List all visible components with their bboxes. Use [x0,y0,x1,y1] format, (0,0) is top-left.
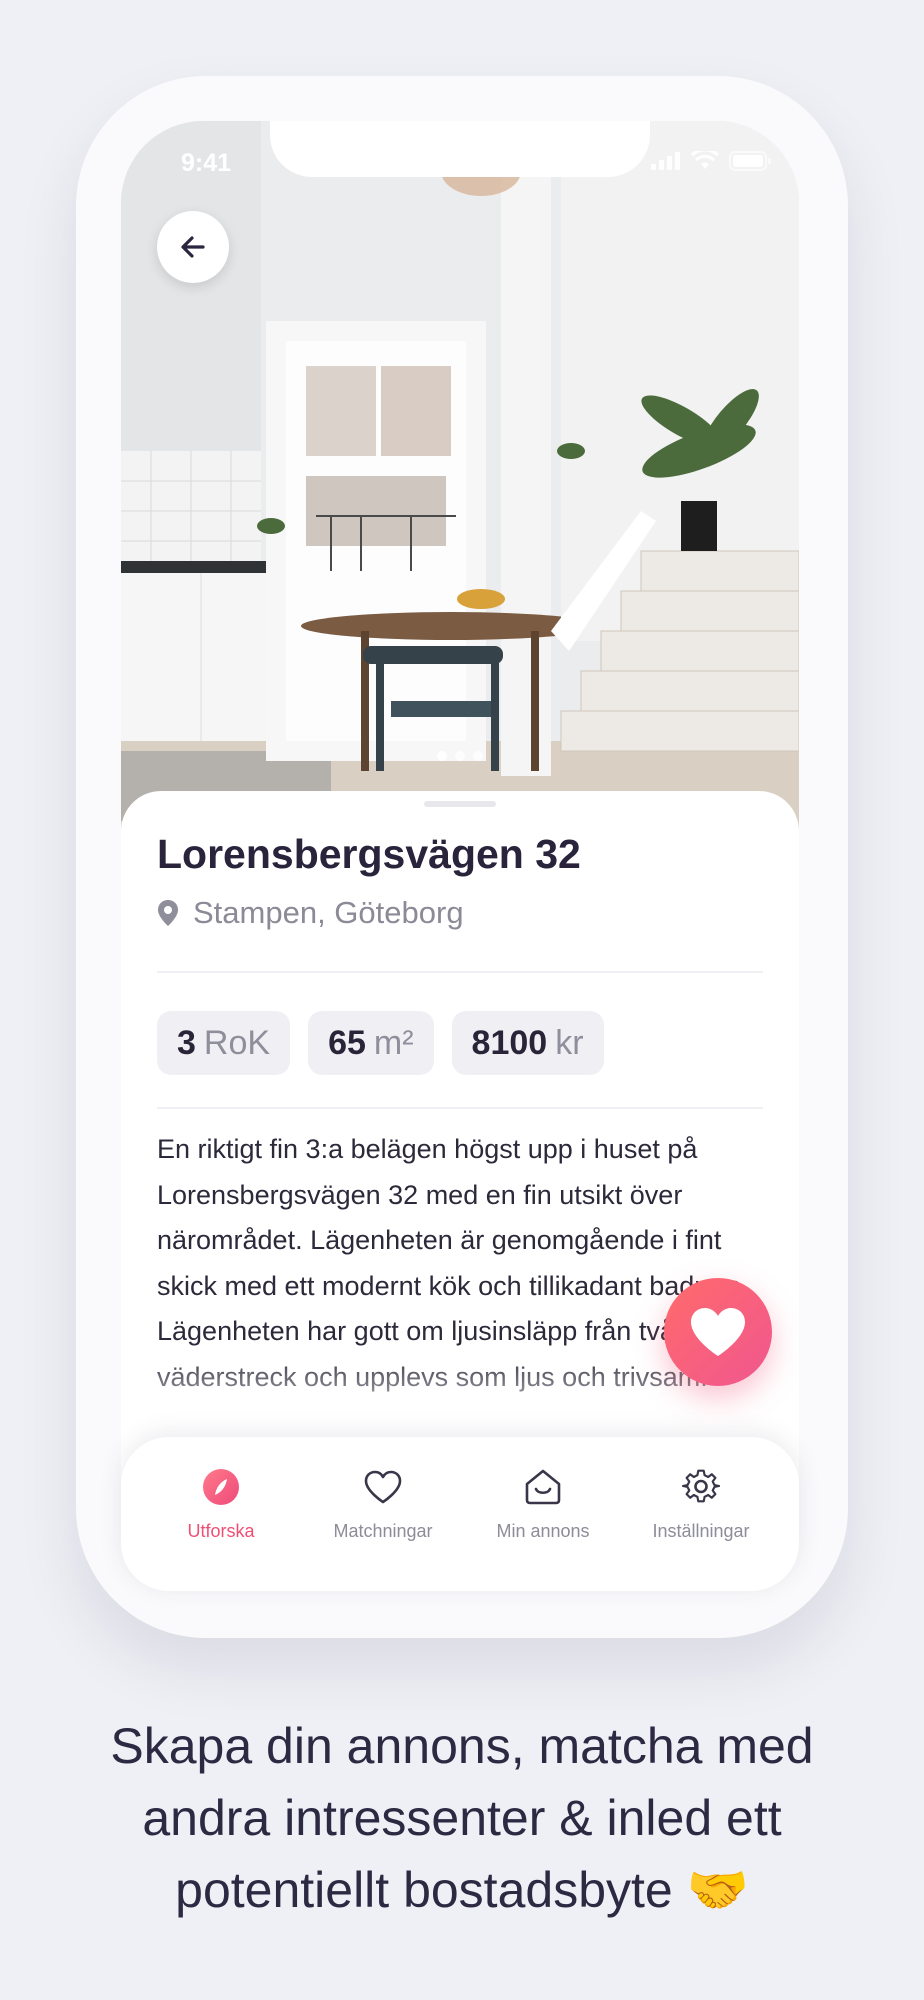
tab-matchningar[interactable]: Matchningar [303,1465,463,1542]
bottom-tab-bar: Utforska Matchningar Min annons Inställn… [121,1437,799,1591]
area-chip: 65 m² [308,1011,434,1075]
gallery-dot[interactable] [437,751,447,761]
phone-notch [270,121,650,177]
rooms-chip: 3 RoK [157,1011,291,1075]
compass-icon [203,1469,239,1505]
rent-chip: 8100 kr [451,1011,604,1075]
house-smile-icon [525,1469,561,1505]
listing-title: Lorensbergsvägen 32 [157,831,581,877]
battery-icon [729,151,771,171]
signal-icon [651,152,680,170]
gallery-pagination[interactable] [121,751,799,761]
tab-installningar[interactable]: Inställningar [621,1465,781,1542]
tab-label: Utforska [187,1521,255,1541]
sheet-handle[interactable] [424,801,496,807]
gallery-dot[interactable] [455,751,465,761]
wifi-icon [691,151,719,169]
status-time: 9:41 [181,149,232,177]
tab-utforska[interactable]: Utforska [141,1465,301,1542]
location-text: Stampen, Göteborg [193,895,464,930]
area-unit: m² [373,1023,414,1062]
rent-value: 8100 [471,1023,548,1062]
heart-outline-icon [364,1470,402,1504]
rent-unit: kr [555,1023,584,1062]
tab-label: Inställningar [652,1521,750,1541]
tab-min-annons[interactable]: Min annons [463,1465,623,1542]
location-pin-icon [158,900,178,926]
rooms-unit: RoK [203,1023,271,1062]
rooms-value: 3 [177,1023,196,1062]
gear-icon [681,1469,721,1503]
divider [157,971,763,973]
divider [157,1107,763,1109]
area-value: 65 [328,1023,366,1062]
like-button[interactable] [664,1278,772,1386]
tab-label: Matchningar [333,1521,433,1541]
listing-location: Stampen, Göteborg [157,895,464,931]
promo-caption: Skapa din annons, matcha med andra intre… [110,1718,814,1918]
gallery-dot[interactable] [473,751,483,761]
status-icons [651,151,771,171]
tab-label: Min annons [496,1521,590,1541]
heart-icon [691,1308,745,1356]
listing-facts: 3 RoK 65 m² 8100 kr [157,1011,604,1075]
arrow-left-icon [181,236,205,258]
back-button[interactable] [157,211,229,283]
